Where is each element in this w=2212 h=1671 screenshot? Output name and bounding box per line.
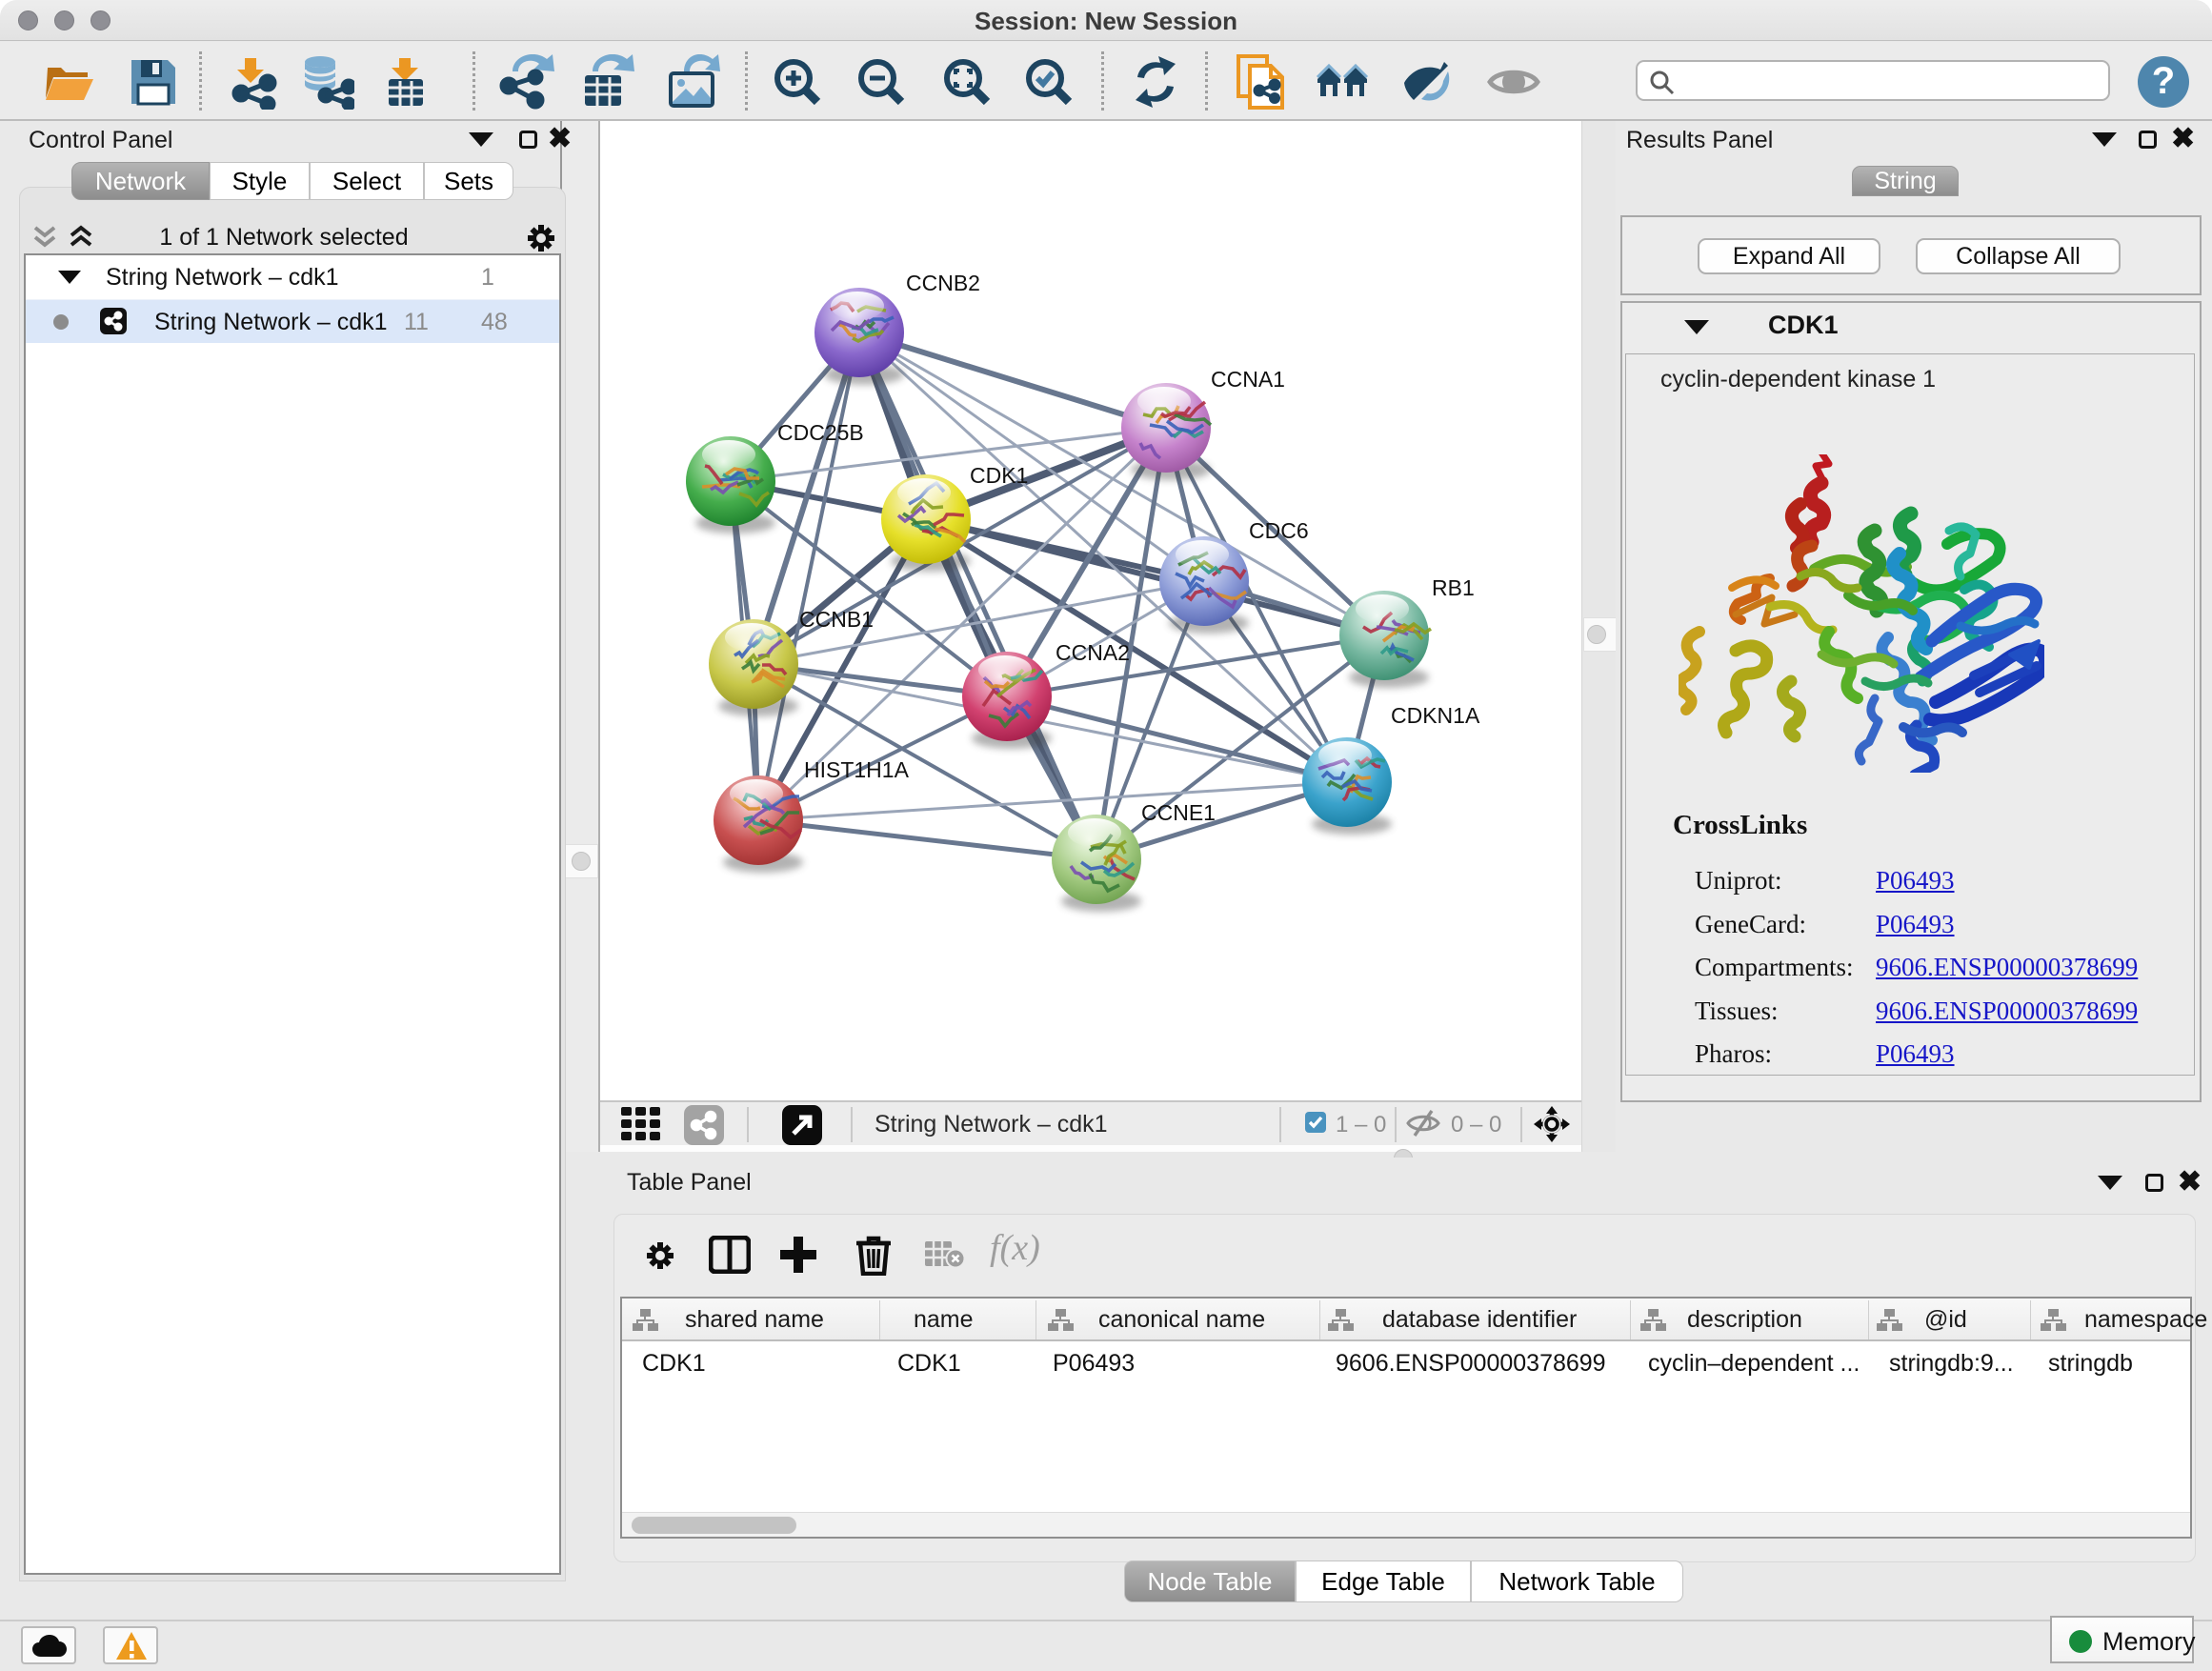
svg-text:CCNA2: CCNA2 [1056,640,1130,665]
svg-text:CCNA1: CCNA1 [1211,367,1285,392]
svg-text:RB1: RB1 [1432,575,1475,600]
svg-text:CDKN1A: CDKN1A [1391,703,1480,728]
svg-text:CCNE1: CCNE1 [1141,800,1216,825]
svg-text:CCNB1: CCNB1 [799,607,874,632]
svg-text:CDC6: CDC6 [1249,518,1309,543]
svg-text:HIST1H1A: HIST1H1A [804,757,910,782]
svg-text:CCNB2: CCNB2 [906,271,980,295]
svg-text:CDC25B: CDC25B [777,420,864,445]
svg-text:CDK1: CDK1 [970,463,1028,488]
